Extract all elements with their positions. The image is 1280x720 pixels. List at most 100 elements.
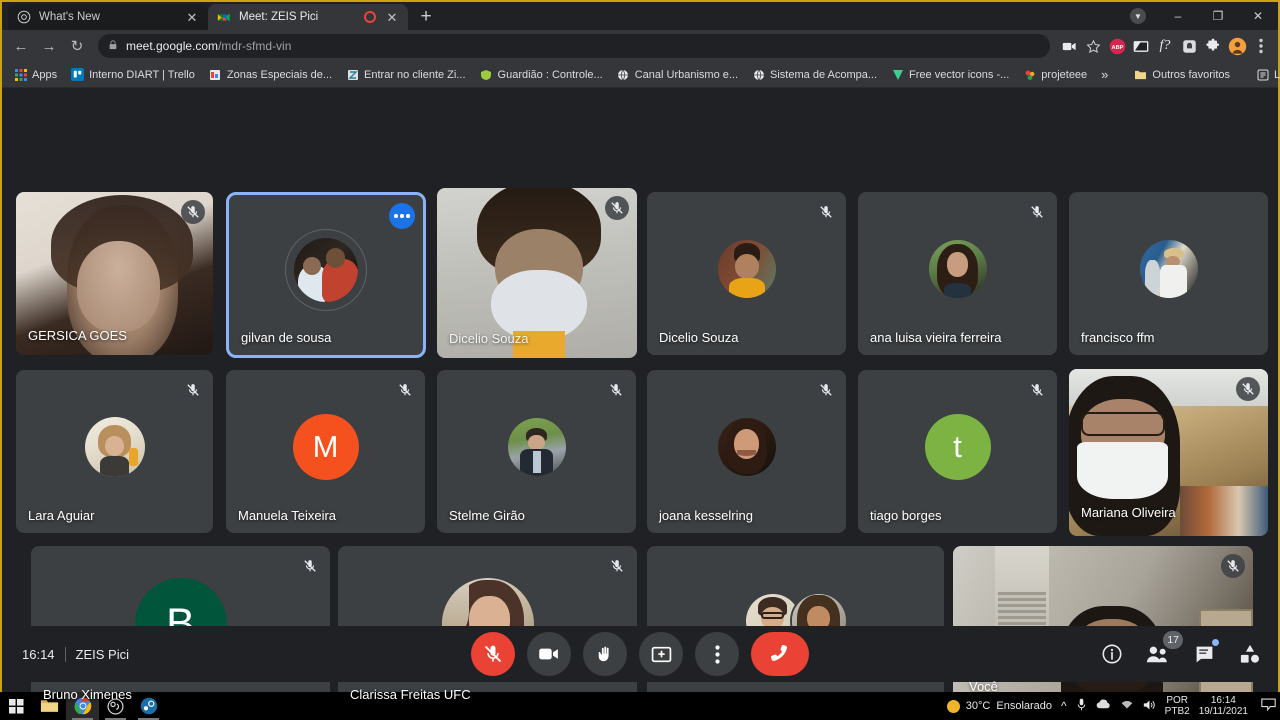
browser-toolbar: ← → ↻ meet.google.com/mdr-sfmd-vin ABP f… bbox=[2, 30, 1278, 62]
reload-button[interactable]: ↻ bbox=[64, 33, 90, 59]
bookmark-zonas-especiais[interactable]: Zonas Especiais de... bbox=[203, 66, 338, 83]
participant-tile[interactable]: gilvan de sousa bbox=[226, 192, 426, 358]
address-bar[interactable]: meet.google.com/mdr-sfmd-vin bbox=[98, 34, 1050, 58]
new-tab-button[interactable]: + bbox=[412, 4, 440, 30]
bookmark-projeteee[interactable]: projeteee bbox=[1017, 66, 1093, 83]
participant-tile[interactable]: Mariana Oliveira bbox=[1069, 369, 1268, 536]
tab-recording-indicator-icon[interactable] bbox=[364, 11, 376, 23]
bookmark-label: Canal Urbanismo e... bbox=[635, 69, 738, 81]
participant-tile[interactable]: joana kesselring bbox=[647, 370, 846, 533]
present-screen-button[interactable] bbox=[639, 632, 683, 676]
maximize-button[interactable]: ❐ bbox=[1198, 2, 1238, 30]
language-indicator[interactable]: POR PTB2 bbox=[1165, 695, 1190, 718]
bookmark-label: Sistema de Acompa... bbox=[770, 69, 877, 81]
participant-tile[interactable]: Dicelio Souza bbox=[647, 192, 846, 355]
lock-icon bbox=[108, 39, 118, 54]
folder-icon bbox=[1134, 68, 1147, 81]
apps-grid-icon bbox=[14, 68, 27, 81]
tab-meet-zeis-pici[interactable]: Meet: ZEIS Pici ✕ bbox=[208, 4, 408, 30]
font-finder-icon[interactable]: f? bbox=[1154, 35, 1176, 57]
tab-whats-new[interactable]: What's New ✕ bbox=[8, 4, 208, 30]
participant-tile[interactable]: ana luisa vieira ferreira bbox=[858, 192, 1057, 355]
participant-name: joana kesselring bbox=[659, 508, 753, 523]
reading-list-label: Lista de leitura bbox=[1274, 69, 1280, 81]
clock[interactable]: 16:14 19/11/2021 bbox=[1199, 695, 1248, 718]
volume-icon[interactable] bbox=[1143, 699, 1156, 714]
close-icon[interactable]: ✕ bbox=[184, 9, 200, 25]
participant-tile[interactable]: GERSICA GOES bbox=[16, 192, 213, 355]
wifi-icon[interactable] bbox=[1120, 699, 1134, 713]
weather-widget[interactable]: 30°C Ensolarado bbox=[947, 700, 1052, 713]
profile-avatar[interactable] bbox=[1226, 35, 1248, 57]
participant-name: GERSICA GOES bbox=[28, 328, 127, 343]
extensions-puzzle-icon[interactable] bbox=[1202, 35, 1224, 57]
participants-button[interactable]: 17 bbox=[1144, 640, 1172, 668]
chrome-menu-icon[interactable] bbox=[1250, 35, 1272, 57]
bookmark-sistema-de-acompanhamento[interactable]: Sistema de Acompa... bbox=[746, 66, 883, 83]
minimize-button[interactable]: – bbox=[1158, 2, 1198, 30]
chevron-down-icon: ▼ bbox=[1130, 8, 1146, 24]
avatar bbox=[718, 418, 776, 476]
camera-button[interactable] bbox=[527, 632, 571, 676]
bookmark-guardiao-controle[interactable]: Guardião : Controle... bbox=[474, 66, 609, 83]
zimbra-icon bbox=[346, 68, 359, 81]
avatar-initial-letter: M bbox=[313, 429, 339, 465]
bookmarks-overflow-button[interactable]: » bbox=[1095, 67, 1114, 82]
globe-icon bbox=[617, 68, 630, 81]
bookmark-free-vector-icons[interactable]: Free vector icons -... bbox=[885, 66, 1015, 83]
avatar-initial: t bbox=[925, 414, 991, 480]
extension-icon[interactable] bbox=[1178, 35, 1200, 57]
tray-expand-chevron-icon[interactable]: ^ bbox=[1061, 699, 1067, 713]
participant-name: gilvan de sousa bbox=[241, 330, 331, 345]
more-options-button[interactable] bbox=[695, 632, 739, 676]
bookmark-entrar-no-cliente-zimbra[interactable]: Entrar no cliente Zi... bbox=[340, 66, 472, 83]
bookmark-interno-diart-trello[interactable]: Interno DIART | Trello bbox=[65, 66, 201, 83]
participant-tile[interactable]: Dicelio Souza bbox=[437, 188, 637, 358]
mic-icon[interactable] bbox=[1076, 698, 1087, 714]
participant-tile[interactable]: t tiago borges bbox=[858, 370, 1057, 533]
clock-time: 16:14 bbox=[1211, 695, 1236, 707]
bookmark-label: Free vector icons -... bbox=[909, 69, 1009, 81]
onedrive-icon[interactable] bbox=[1096, 699, 1111, 713]
participant-name: francisco ffm bbox=[1081, 330, 1154, 345]
start-button[interactable] bbox=[0, 692, 33, 720]
self-view-label: Você bbox=[969, 679, 998, 694]
microphone-off-button[interactable] bbox=[471, 632, 515, 676]
activities-button[interactable] bbox=[1236, 640, 1264, 668]
forward-button[interactable]: → bbox=[36, 33, 62, 59]
avatar bbox=[929, 240, 987, 298]
back-button[interactable]: ← bbox=[8, 33, 34, 59]
bookmark-apps[interactable]: Apps bbox=[8, 66, 63, 83]
more-options-icon[interactable] bbox=[389, 203, 415, 229]
avatar bbox=[294, 238, 358, 302]
chat-button[interactable] bbox=[1190, 640, 1218, 668]
other-bookmarks-folder[interactable]: Outros favoritos bbox=[1128, 66, 1236, 83]
chrome-icon bbox=[16, 10, 31, 25]
meeting-time: 16:14 bbox=[22, 647, 55, 662]
participant-grid: GERSICA GOES gilvan de sousa bbox=[2, 88, 1280, 626]
meeting-details-button[interactable] bbox=[1098, 640, 1126, 668]
avatar bbox=[508, 418, 566, 476]
reading-list-button[interactable]: Lista de leitura bbox=[1250, 66, 1280, 83]
leave-call-button[interactable] bbox=[751, 632, 809, 676]
participant-tile[interactable]: M Manuela Teixeira bbox=[226, 370, 425, 533]
participant-tile[interactable]: Stelme Girão bbox=[437, 370, 636, 533]
bookmark-star-icon[interactable] bbox=[1082, 35, 1104, 57]
close-window-button[interactable]: ✕ bbox=[1238, 2, 1278, 30]
steam-button[interactable] bbox=[132, 692, 165, 720]
chrome-update-button[interactable]: ▼ bbox=[1118, 2, 1158, 30]
participant-tile[interactable]: francisco ffm bbox=[1069, 192, 1268, 355]
camera-indicator-icon[interactable] bbox=[1058, 35, 1080, 57]
browser-window: What's New ✕ Meet: ZEIS Pici ✕ + ▼ – ❐ ✕ bbox=[0, 0, 1280, 692]
adblock-plus-icon[interactable]: ABP bbox=[1106, 35, 1128, 57]
close-icon[interactable]: ✕ bbox=[384, 9, 400, 25]
notification-center-icon[interactable] bbox=[1261, 698, 1276, 714]
avatar-initial: M bbox=[293, 414, 359, 480]
dark-reader-icon[interactable] bbox=[1130, 35, 1152, 57]
raise-hand-button[interactable] bbox=[583, 632, 627, 676]
participant-tile[interactable]: Lara Aguiar bbox=[16, 370, 213, 533]
participant-name: Lara Aguiar bbox=[28, 508, 95, 523]
participant-name: Stelme Girão bbox=[449, 508, 525, 523]
meet-right-controls: 17 bbox=[1098, 640, 1264, 668]
bookmark-canal-urbanismo[interactable]: Canal Urbanismo e... bbox=[611, 66, 744, 83]
